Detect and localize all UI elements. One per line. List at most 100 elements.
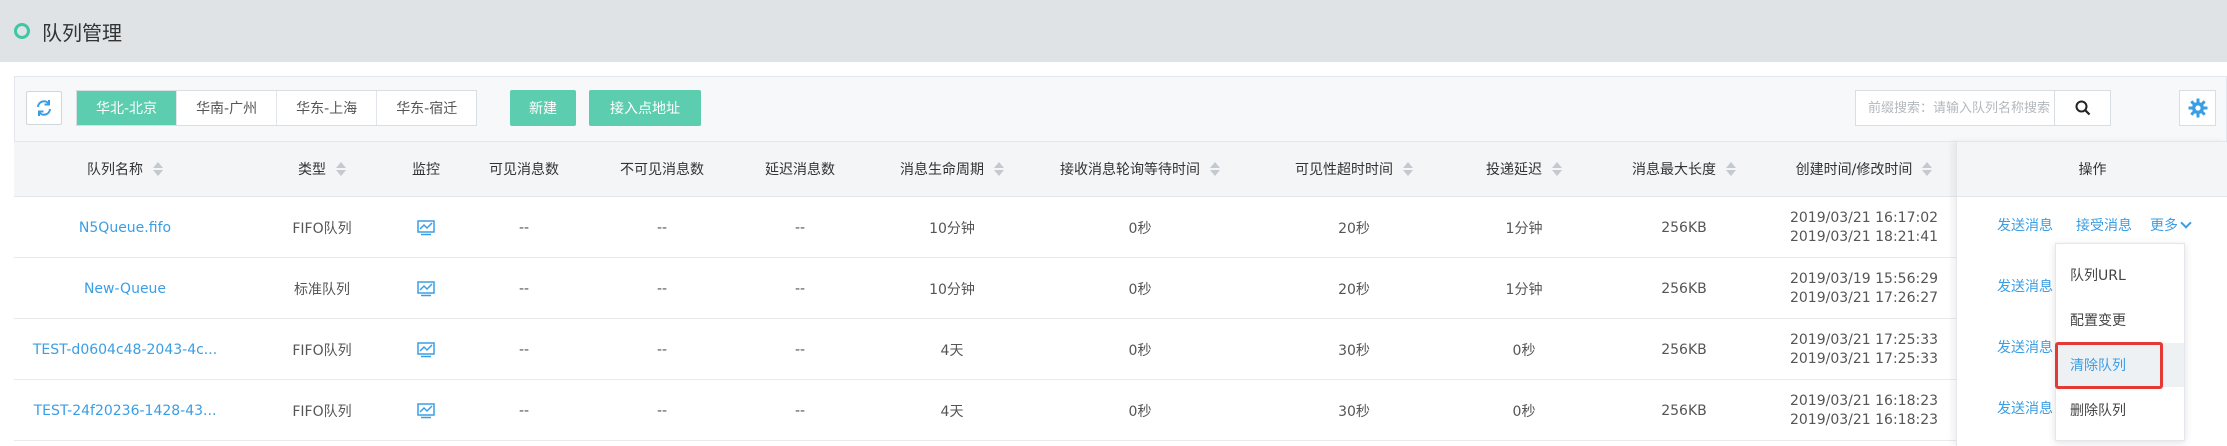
visibility-timeout: 20秒 bbox=[1338, 220, 1370, 237]
sort-icon[interactable] bbox=[1922, 162, 1933, 176]
visible-count: -- bbox=[518, 402, 530, 419]
column-header-type[interactable]: 类型 bbox=[236, 142, 408, 196]
queue-type: FIFO队列 bbox=[292, 342, 352, 359]
region-tabs: 华北-北京 华南-广州 华东-上海 华东-宿迁 bbox=[76, 90, 478, 126]
monitor-cell bbox=[394, 197, 458, 258]
column-header-visible: 可见消息数 bbox=[489, 162, 559, 178]
column-header-operations: 操作 bbox=[1957, 141, 2227, 197]
created-time: 2019/03/21 16:18:23 bbox=[1789, 392, 1939, 409]
send-message-link[interactable]: 发送消息 bbox=[1997, 276, 2053, 296]
column-header-wait[interactable]: 接收消息轮询等待时间 bbox=[1004, 142, 1276, 196]
send-message-link[interactable]: 发送消息 bbox=[1997, 337, 2053, 357]
wait-time: 0秒 bbox=[1128, 281, 1152, 298]
column-header-monitor: 监控 bbox=[412, 162, 440, 178]
page-header: 队列管理 bbox=[0, 0, 2227, 62]
sort-icon[interactable] bbox=[1210, 162, 1220, 176]
modified-time: 2019/03/21 16:18:23 bbox=[1789, 411, 1939, 428]
monitor-cell bbox=[394, 258, 458, 319]
visibility-timeout: 30秒 bbox=[1338, 403, 1370, 420]
modified-time: 2019/03/21 17:25:33 bbox=[1789, 350, 1939, 367]
sort-icon[interactable] bbox=[336, 162, 346, 176]
title-ring-icon bbox=[14, 23, 30, 39]
modified-time: 2019/03/21 17:26:27 bbox=[1789, 289, 1939, 306]
table-row: N5Queue.fifo FIFO队列 -- -- -- 10分钟 0秒 20秒… bbox=[14, 197, 2227, 258]
menu-item-queue-url[interactable]: 队列URL bbox=[2056, 253, 2184, 297]
invisible-count: -- bbox=[656, 341, 668, 358]
tab-region-guangzhou[interactable]: 华南-广州 bbox=[177, 91, 278, 125]
sort-icon[interactable] bbox=[153, 162, 163, 176]
created-time: 2019/03/21 16:17:02 bbox=[1789, 209, 1939, 226]
delayed-count: -- bbox=[794, 219, 806, 236]
send-message-link[interactable]: 发送消息 bbox=[1997, 215, 2053, 235]
sort-icon[interactable] bbox=[1726, 162, 1736, 176]
menu-item-delete-queue[interactable]: 删除队列 bbox=[2056, 388, 2184, 432]
queue-name-link[interactable]: N5Queue.fifo bbox=[14, 197, 236, 258]
column-header-delayed: 延迟消息数 bbox=[765, 162, 835, 178]
timestamps: 2019/03/21 16:17:02 2019/03/21 18:21:41 bbox=[1754, 197, 1974, 258]
visible-count: -- bbox=[518, 280, 530, 297]
timestamps: 2019/03/21 17:25:33 2019/03/21 17:25:33 bbox=[1754, 319, 1974, 380]
sort-icon[interactable] bbox=[1403, 162, 1413, 176]
wait-time: 0秒 bbox=[1128, 342, 1152, 359]
delayed-count: -- bbox=[794, 280, 806, 297]
menu-item-purge-queue[interactable]: 清除队列 bbox=[2056, 343, 2184, 387]
modified-time: 2019/03/21 18:21:41 bbox=[1789, 228, 1939, 245]
visibility-timeout: 20秒 bbox=[1338, 281, 1370, 298]
queue-type: FIFO队列 bbox=[292, 403, 352, 420]
visibility-timeout: 30秒 bbox=[1338, 342, 1370, 359]
created-time: 2019/03/19 15:56:29 bbox=[1789, 270, 1939, 287]
column-header-name[interactable]: 队列名称 bbox=[14, 142, 236, 196]
column-header-time[interactable]: 创建时间/修改时间 bbox=[1754, 142, 1974, 196]
monitor-chart-icon[interactable] bbox=[417, 341, 435, 358]
delayed-count: -- bbox=[794, 341, 806, 358]
search-icon bbox=[2075, 100, 2090, 116]
sort-icon[interactable] bbox=[994, 162, 1004, 176]
chevron-down-icon bbox=[2180, 217, 2192, 229]
more-dropdown-menu: 队列URL 配置变更 清除队列 删除队列 bbox=[2055, 243, 2185, 441]
gear-icon bbox=[2188, 98, 2207, 118]
sort-icon[interactable] bbox=[1552, 162, 1562, 176]
queue-name-link[interactable]: TEST-d0604c48-2043-4c... bbox=[14, 319, 236, 380]
refresh-icon bbox=[37, 100, 51, 116]
column-header-timeout[interactable]: 可见性超时时间 bbox=[1249, 142, 1459, 196]
monitor-chart-icon[interactable] bbox=[417, 402, 435, 419]
monitor-cell bbox=[394, 380, 458, 441]
tab-region-beijing[interactable]: 华北-北京 bbox=[77, 91, 178, 125]
queue-table: 队列名称 类型 监控 可见消息数 不可见消息数 延迟消息数 消息生命周期 接收消… bbox=[14, 141, 2227, 446]
endpoint-address-button[interactable]: 接入点地址 bbox=[589, 90, 701, 126]
monitor-chart-icon[interactable] bbox=[417, 280, 435, 297]
wait-time: 0秒 bbox=[1128, 220, 1152, 237]
table-header: 队列名称 类型 监控 可见消息数 不可见消息数 延迟消息数 消息生命周期 接收消… bbox=[14, 141, 2227, 197]
send-message-link[interactable]: 发送消息 bbox=[1997, 398, 2053, 418]
tab-region-suqian[interactable]: 华东-宿迁 bbox=[377, 91, 476, 125]
search-box bbox=[1855, 90, 2111, 126]
invisible-count: -- bbox=[656, 219, 668, 236]
refresh-button[interactable] bbox=[26, 91, 62, 125]
monitor-cell bbox=[394, 319, 458, 380]
visible-count: -- bbox=[518, 219, 530, 236]
queue-name-link[interactable]: New-Queue bbox=[14, 258, 236, 319]
queue-name-link[interactable]: TEST-24f20236-1428-43... bbox=[14, 380, 236, 441]
queue-type: FIFO队列 bbox=[292, 220, 352, 237]
wait-time: 0秒 bbox=[1128, 403, 1152, 420]
invisible-count: -- bbox=[656, 402, 668, 419]
queue-type: 标准队列 bbox=[294, 281, 350, 298]
table-row: New-Queue 标准队列 -- -- -- 10分钟 0秒 20秒 1分钟 … bbox=[14, 258, 2227, 319]
table-row: TEST-24f20236-1428-43... FIFO队列 -- -- --… bbox=[14, 380, 2227, 441]
search-input[interactable] bbox=[1856, 91, 2054, 125]
column-header-invisible: 不可见消息数 bbox=[620, 162, 704, 178]
delayed-count: -- bbox=[794, 402, 806, 419]
receive-message-link[interactable]: 接受消息 bbox=[2076, 215, 2132, 235]
timestamps: 2019/03/21 16:18:23 2019/03/21 16:18:23 bbox=[1754, 380, 1974, 441]
timestamps: 2019/03/19 15:56:29 2019/03/21 17:26:27 bbox=[1754, 258, 1974, 319]
created-time: 2019/03/21 17:25:33 bbox=[1789, 331, 1939, 348]
more-dropdown-toggle[interactable]: 更多 bbox=[2150, 215, 2192, 235]
visible-count: -- bbox=[518, 341, 530, 358]
tab-region-shanghai[interactable]: 华东-上海 bbox=[277, 91, 378, 125]
settings-button[interactable] bbox=[2179, 90, 2216, 126]
page-title: 队列管理 bbox=[42, 20, 122, 45]
new-queue-button[interactable]: 新建 bbox=[510, 90, 576, 126]
monitor-chart-icon[interactable] bbox=[417, 219, 435, 236]
search-button[interactable] bbox=[2054, 91, 2110, 125]
menu-item-config-change[interactable]: 配置变更 bbox=[2056, 298, 2184, 342]
